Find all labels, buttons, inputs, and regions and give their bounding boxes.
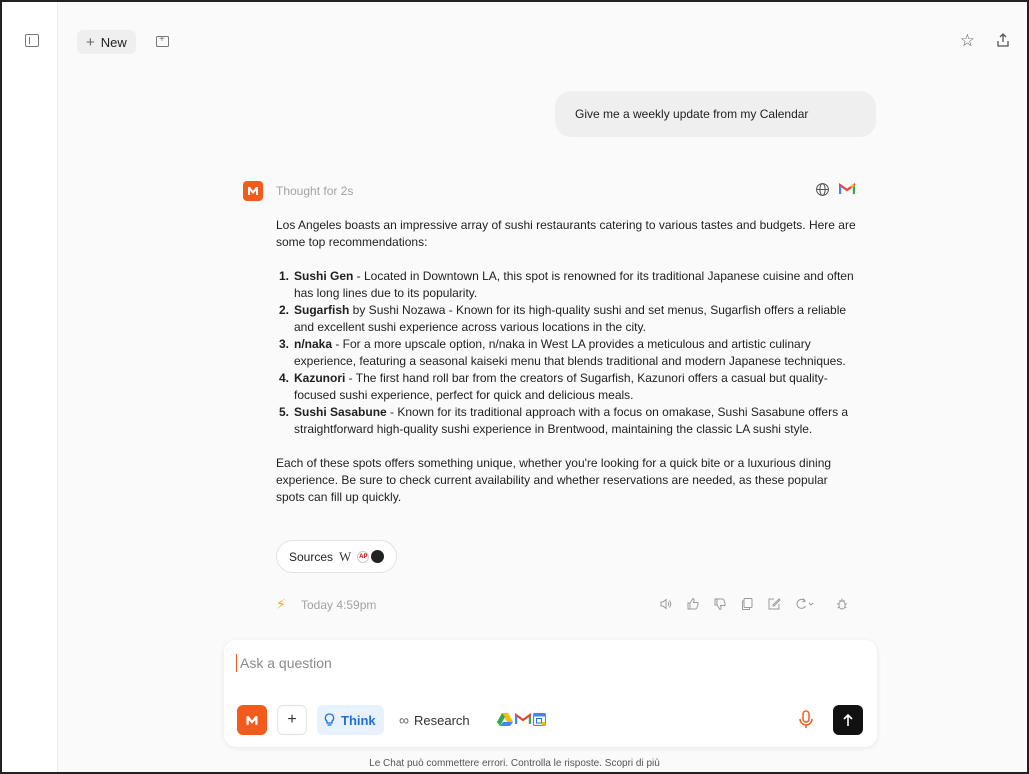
sources-label: Sources bbox=[289, 549, 334, 564]
lightning-icon: ⚡ bbox=[276, 596, 286, 612]
restaurant-name: Sushi Gen bbox=[294, 269, 354, 283]
list-item: 1. Sushi Gen - Located in Downtown LA, t… bbox=[276, 268, 856, 302]
le-chat-logo-icon bbox=[243, 181, 263, 201]
share-icon[interactable] bbox=[995, 32, 1011, 48]
plus-icon: + bbox=[86, 33, 95, 51]
arrow-up-icon bbox=[843, 713, 853, 726]
side-rail bbox=[2, 2, 58, 772]
gmail-icon[interactable] bbox=[839, 183, 855, 195]
lightbulb-icon bbox=[324, 713, 335, 726]
gmail-icon bbox=[515, 713, 531, 724]
app-window: + New ☆ Give me a weekly update from my … bbox=[0, 0, 1029, 774]
answer-intro: Los Angeles boasts an impressive array o… bbox=[276, 218, 856, 249]
copy-icon[interactable] bbox=[740, 597, 754, 611]
disclaimer-note[interactable]: Le Chat può commettere errori. Controlla… bbox=[2, 758, 1027, 769]
restaurant-description: - Located in Downtown LA, this spot is r… bbox=[294, 269, 854, 300]
le-chat-agent-button[interactable] bbox=[237, 705, 267, 735]
thumbs-up-icon[interactable] bbox=[686, 597, 700, 611]
message-meta-row: ⚡ Today 4:59pm bbox=[276, 596, 856, 613]
main-area: + New ☆ Give me a weekly update from my … bbox=[58, 2, 1027, 772]
user-message-text: Give me a weekly update from my Calendar bbox=[575, 107, 809, 121]
add-attachment-button[interactable]: + bbox=[277, 705, 307, 735]
regenerate-icon[interactable] bbox=[794, 597, 814, 611]
new-folder-icon[interactable] bbox=[156, 34, 169, 47]
google-calendar-icon bbox=[533, 712, 546, 726]
message-actions bbox=[659, 597, 849, 611]
google-drive-icon bbox=[497, 713, 513, 726]
new-chat-label: New bbox=[100, 34, 127, 50]
list-number: 2. bbox=[279, 303, 290, 317]
message-timestamp: Today 4:59pm bbox=[301, 598, 377, 612]
message-composer: + Think ∞ Research bbox=[224, 640, 877, 747]
ap-news-icon: AP bbox=[357, 550, 370, 563]
restaurant-description: - The first hand roll bar from the creat… bbox=[294, 371, 828, 402]
list-number: 4. bbox=[279, 371, 290, 385]
think-toggle[interactable]: Think bbox=[317, 705, 384, 735]
assistant-answer: Los Angeles boasts an impressive array o… bbox=[276, 217, 856, 523]
microphone-icon[interactable] bbox=[798, 710, 814, 730]
sources-button[interactable]: Sources W AP bbox=[276, 540, 398, 573]
wikipedia-icon: W bbox=[339, 548, 352, 564]
user-message-bubble: Give me a weekly update from my Calendar bbox=[555, 91, 876, 137]
restaurant-name: n/naka bbox=[294, 337, 333, 351]
new-chat-button[interactable]: + New bbox=[77, 30, 136, 54]
list-item: 5. Sushi Sasabune - Known for its tradit… bbox=[276, 404, 856, 438]
globe-icon[interactable] bbox=[815, 182, 830, 197]
list-number: 5. bbox=[279, 405, 290, 419]
debug-icon[interactable] bbox=[835, 597, 849, 611]
list-item: 2. Sugarfish by Sushi Nozawa - Known for… bbox=[276, 302, 856, 336]
research-label: Research bbox=[413, 712, 470, 728]
list-item: 4. Kazunori - The first hand roll bar fr… bbox=[276, 370, 856, 404]
restaurant-name: Sushi Sasabune bbox=[294, 405, 387, 419]
restaurant-name: Sugarfish bbox=[294, 303, 350, 317]
send-button[interactable] bbox=[833, 705, 863, 735]
recommendation-list: 1. Sushi Gen - Located in Downtown LA, t… bbox=[276, 268, 856, 438]
restaurant-name: Kazunori bbox=[294, 371, 346, 385]
list-item: 3. n/naka - For a more upscale option, n… bbox=[276, 336, 856, 370]
list-number: 1. bbox=[279, 269, 290, 283]
sidebar-toggle-icon[interactable] bbox=[25, 34, 39, 47]
infinity-icon: ∞ bbox=[399, 712, 409, 728]
ask-input[interactable] bbox=[236, 654, 836, 672]
edit-icon[interactable] bbox=[767, 597, 781, 611]
research-toggle[interactable]: ∞ Research bbox=[395, 705, 474, 735]
read-aloud-icon[interactable] bbox=[659, 597, 673, 611]
star-icon[interactable]: ☆ bbox=[960, 31, 975, 51]
connected-apps[interactable] bbox=[497, 712, 546, 726]
answer-outro: Each of these spots offers something uni… bbox=[276, 456, 832, 504]
thought-duration[interactable]: Thought for 2s bbox=[276, 184, 353, 198]
source-site-icon bbox=[371, 550, 385, 563]
restaurant-description: - For a more upscale option, n/naka in W… bbox=[294, 337, 846, 368]
think-label: Think bbox=[341, 712, 376, 728]
thumbs-down-icon[interactable] bbox=[713, 597, 727, 611]
list-number: 3. bbox=[279, 337, 290, 351]
restaurant-description: by Sushi Nozawa - Known for its high-qua… bbox=[294, 303, 847, 334]
le-chat-logo-icon bbox=[246, 715, 258, 725]
